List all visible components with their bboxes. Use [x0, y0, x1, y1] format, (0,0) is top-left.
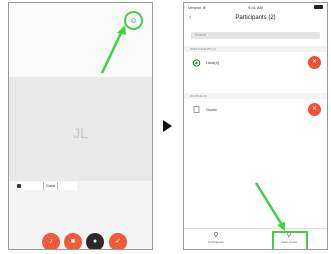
pointer-arrow	[254, 182, 285, 231]
participants-screen: Verizon ≋ 9:41 AM ‹ Participants (2) Sea…	[183, 2, 328, 250]
next-step-arrow-icon	[163, 120, 172, 132]
meeting-screen: Verizon ≋ 9:41 AM ☺ JL Guest ♪ ■ ● ✓	[8, 2, 153, 250]
pointer-arrow	[100, 25, 126, 74]
